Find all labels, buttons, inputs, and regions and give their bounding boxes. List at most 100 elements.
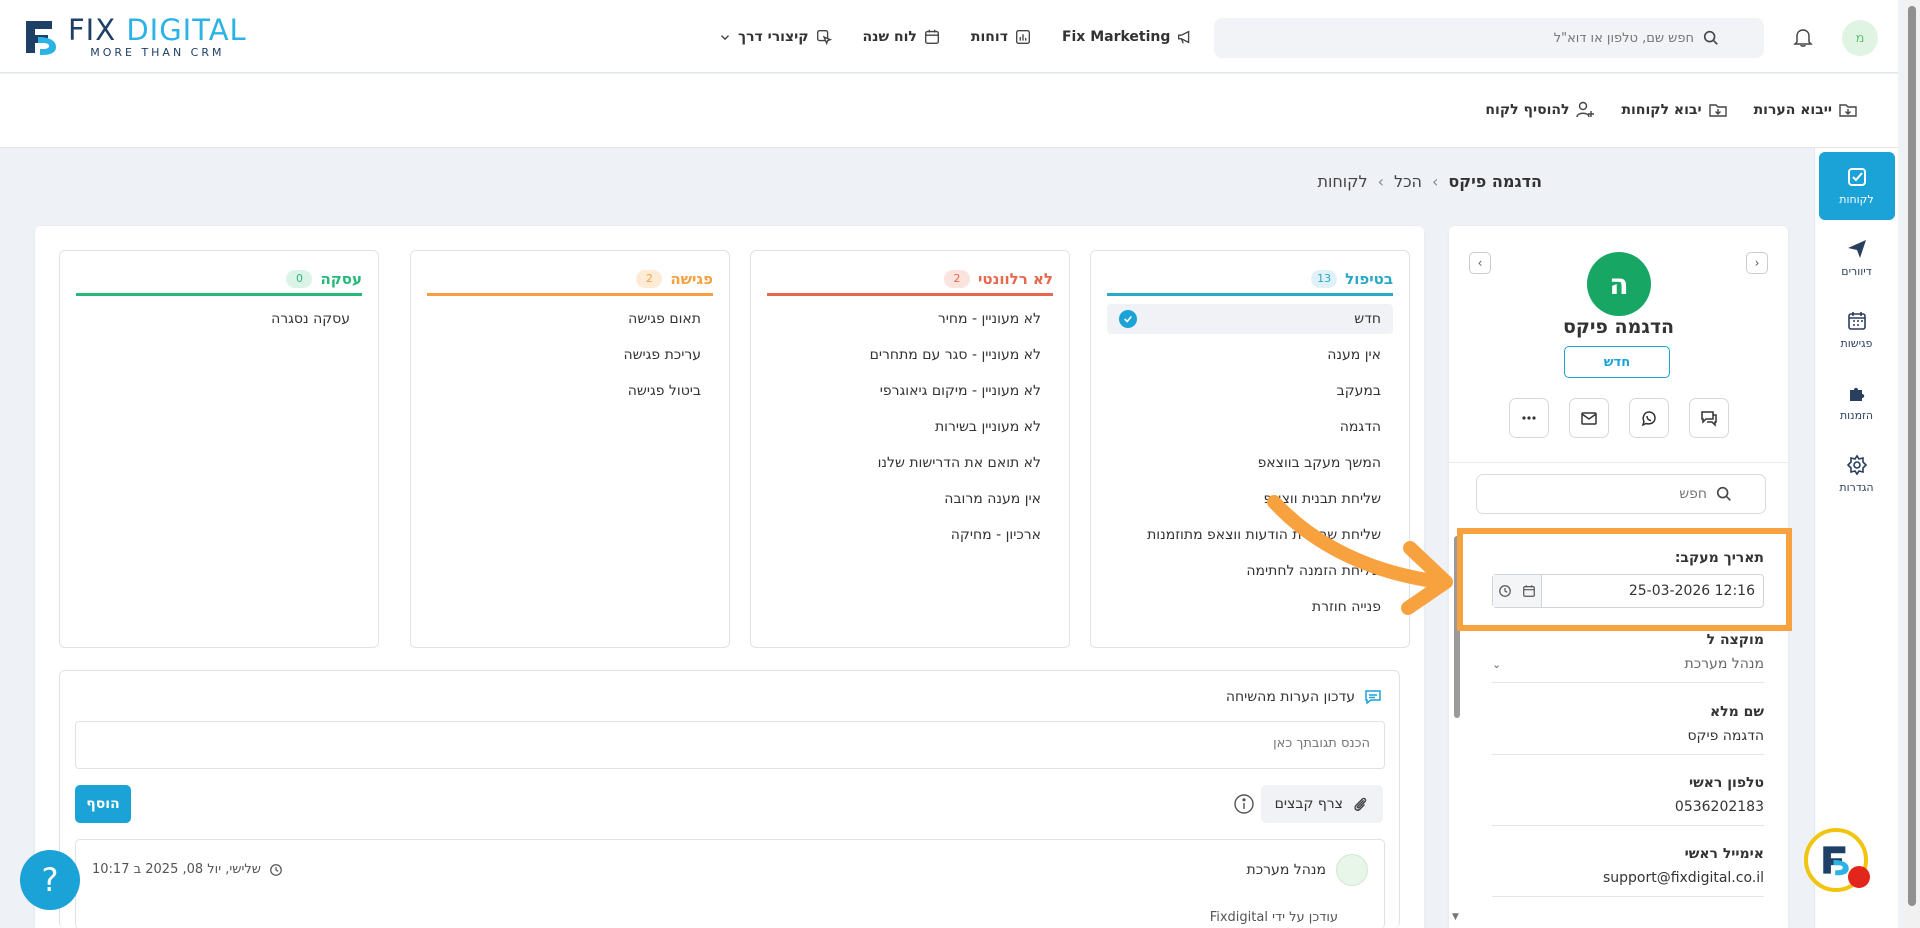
pipeline-column-header[interactable]: לא רלוונטי 2 xyxy=(767,265,1053,293)
notes-section: עדכון הערות מהשיחה הוסף צרף קבצים מנהל מ… xyxy=(59,670,1400,928)
contact-avatar: ה xyxy=(1587,252,1651,316)
prev-contact-button[interactable]: ‹ xyxy=(1469,252,1491,274)
pipeline-status-label: עסקה נסגרה xyxy=(271,311,350,327)
fix-digital-logo[interactable]: FIX DIGITAL MORE THAN CRM xyxy=(22,16,247,58)
pipeline-status-item[interactable]: עסקה נסגרה xyxy=(76,304,362,334)
panel-search-input[interactable] xyxy=(1477,486,1707,502)
nav-fix-marketing[interactable]: Fix Marketing xyxy=(1062,28,1194,46)
full-name-label: שם מלא xyxy=(1709,704,1764,720)
pipeline-status-item[interactable]: לא מעוניין - סגר עם מתחרים xyxy=(767,340,1053,370)
nav-calendar[interactable]: לוח שנה xyxy=(863,28,941,46)
pipeline-status-label: עריכת פגישה xyxy=(623,347,701,363)
pipeline-column-title: פגישה xyxy=(670,270,713,288)
pipeline-status-item[interactable]: פנייה חוזרת xyxy=(1107,592,1393,622)
breadcrumb-customers[interactable]: לקוחות xyxy=(1317,172,1367,191)
assigned-to-label: מוקצה ל xyxy=(1706,632,1764,648)
breadcrumb: לקוחות › הכל › הדגמה פיקס xyxy=(1317,172,1542,191)
attach-files-button[interactable]: צרף קבצים xyxy=(1260,785,1383,823)
top-nav: קיצורי דרך לוח שנה דוחות Fix Marketing xyxy=(718,0,1194,73)
main-phone-value[interactable]: 0536202183 xyxy=(1492,799,1764,826)
pipeline-column-header[interactable]: בטיפול 13 xyxy=(1107,265,1393,293)
pipeline-status-label: לא מעוניין - מחיר xyxy=(937,311,1041,327)
calendar-icon xyxy=(924,29,939,44)
pipeline-status-item[interactable]: במעקב xyxy=(1107,376,1393,406)
scroll-down-arrow-icon[interactable]: ▼ xyxy=(1452,912,1459,922)
notes-textarea[interactable] xyxy=(76,722,1384,768)
import-customers-button[interactable]: יבוא לקוחות xyxy=(1621,100,1727,120)
pipeline-status-item[interactable]: לא מעוניין בשירות xyxy=(767,412,1053,442)
pipeline-column: בטיפול 13 חדש אין מענה במעקב הדגמה המשך מעקב ב… xyxy=(1090,250,1410,648)
pipeline-status-label: לא מעוניין - מיקום גיאוגרפי xyxy=(879,383,1041,399)
import-notes-button[interactable]: ייבוא הערות xyxy=(1754,100,1858,120)
rail-item-meetings[interactable]: פגישות xyxy=(1819,296,1895,364)
pipeline-column-header[interactable]: עסקה 0 xyxy=(76,265,362,293)
puzzle-icon xyxy=(1849,387,1864,401)
global-search[interactable] xyxy=(1214,18,1764,58)
chat-button[interactable] xyxy=(1689,398,1729,438)
pipeline-status-item[interactable]: עריכת פגישה xyxy=(427,340,713,370)
paperclip-icon xyxy=(1354,797,1367,811)
pipeline-status-label: ביטול פגישה xyxy=(627,383,701,399)
page-scrollbar-thumb[interactable] xyxy=(1908,6,1916,906)
more-actions-button[interactable] xyxy=(1509,398,1549,438)
next-contact-button[interactable]: › xyxy=(1746,252,1768,274)
whatsapp-button[interactable] xyxy=(1629,398,1669,438)
pipeline-status-item[interactable]: לא תואם את הדרישות שלנו xyxy=(767,448,1053,478)
pipeline-status-item[interactable]: ארכיון - מחיקה xyxy=(767,520,1053,550)
rail-item-customers[interactable]: לקוחות xyxy=(1818,152,1895,220)
pipeline-column-title: בטיפול xyxy=(1345,270,1393,288)
contact-status-button[interactable]: חדש xyxy=(1564,346,1670,378)
email-button[interactable] xyxy=(1569,398,1609,438)
pipeline-status-label: אין מענה מרובה xyxy=(944,491,1041,507)
pipeline-column-header[interactable]: פגישה 2 xyxy=(427,265,713,293)
pipeline-status-label: שליחת תבנית ווצאפ xyxy=(1263,491,1381,507)
pipeline-status-label: תאום פגישה xyxy=(628,311,701,327)
nav-calendar-label: לוח שנה xyxy=(862,28,917,45)
pipeline-status-item[interactable]: שליחת שרשרת הודעות ווצאפ מתוזמנות xyxy=(1107,520,1393,550)
pipeline-status-item[interactable]: שליחת תבנית ווצאפ xyxy=(1107,484,1393,514)
bell-icon[interactable] xyxy=(1792,26,1814,48)
folder-import-icon xyxy=(1708,104,1727,117)
panel-search[interactable] xyxy=(1476,474,1766,514)
pipeline-status-item[interactable]: לא מעוניין - מיקום גיאוגרפי xyxy=(767,376,1053,406)
add-customer-button[interactable]: להוסיף לקוח xyxy=(1485,100,1595,120)
pipeline-status-item[interactable]: לא מעוניין - מחיר xyxy=(767,304,1053,334)
full-name-value[interactable]: הדגמה פיקס xyxy=(1492,728,1764,755)
megaphone-icon xyxy=(1178,30,1190,44)
pipeline-status-label: במעקב xyxy=(1336,383,1381,399)
pipeline-status-label: פנייה חוזרת xyxy=(1311,599,1381,615)
info-icon[interactable] xyxy=(1233,793,1255,815)
breadcrumb-all[interactable]: הכל xyxy=(1394,172,1422,191)
pipeline-status-label: לא תואם את הדרישות שלנו xyxy=(877,455,1041,471)
pipeline-status-item[interactable]: אין מענה מרובה xyxy=(767,484,1053,514)
search-icon xyxy=(1716,486,1731,501)
pipeline-status-item[interactable]: הדגמה xyxy=(1107,412,1393,442)
notes-title: עדכון הערות מהשיחה xyxy=(1225,689,1355,705)
pipeline-status-item[interactable]: אין מענה xyxy=(1107,340,1393,370)
pipeline-status-item[interactable]: חדש xyxy=(1107,304,1393,334)
nav-reports[interactable]: דוחות xyxy=(971,28,1032,46)
main-phone-field: טלפון ראשי 0536202183 xyxy=(1492,775,1764,826)
add-note-button[interactable]: הוסף xyxy=(75,785,131,823)
rail-item-mailings[interactable]: דיוורים xyxy=(1819,224,1895,292)
notes-input-box[interactable] xyxy=(75,721,1385,769)
pipeline-status-item[interactable]: ביטול פגישה xyxy=(427,376,713,406)
chat-bubbles-icon xyxy=(1701,411,1717,427)
user-avatar[interactable]: מ xyxy=(1842,20,1878,56)
rail-item-orders[interactable]: הזמנות xyxy=(1819,368,1895,436)
rail-item-settings[interactable]: הגדרות xyxy=(1819,440,1895,508)
global-search-input[interactable] xyxy=(1214,30,1694,46)
attach-files-label: צרף קבצים xyxy=(1274,796,1343,812)
nav-shortcuts[interactable]: קיצורי דרך xyxy=(718,28,833,46)
pipeline-column: פגישה 2 תאום פגישה עריכת פגישה ביטול פגישה xyxy=(410,250,730,648)
help-button[interactable]: ? xyxy=(20,850,80,910)
pipeline-status-item[interactable]: המשך מעקב בווצאפ xyxy=(1107,448,1393,478)
assigned-to-field: מוקצה ל מנהל מערכת ⌄ xyxy=(1492,632,1764,683)
assigned-to-select[interactable]: מנהל מערכת ⌄ xyxy=(1492,656,1764,683)
pipeline-status-item[interactable]: שליחת הזמנה לחתימה xyxy=(1107,556,1393,586)
pipeline-count-badge: 0 xyxy=(286,270,313,288)
search-icon xyxy=(1703,30,1718,45)
pipeline-status-item[interactable]: תאום פגישה xyxy=(427,304,713,334)
checkbox-icon xyxy=(1847,168,1866,186)
main-email-value[interactable]: support@fixdigital.co.il xyxy=(1492,870,1764,897)
